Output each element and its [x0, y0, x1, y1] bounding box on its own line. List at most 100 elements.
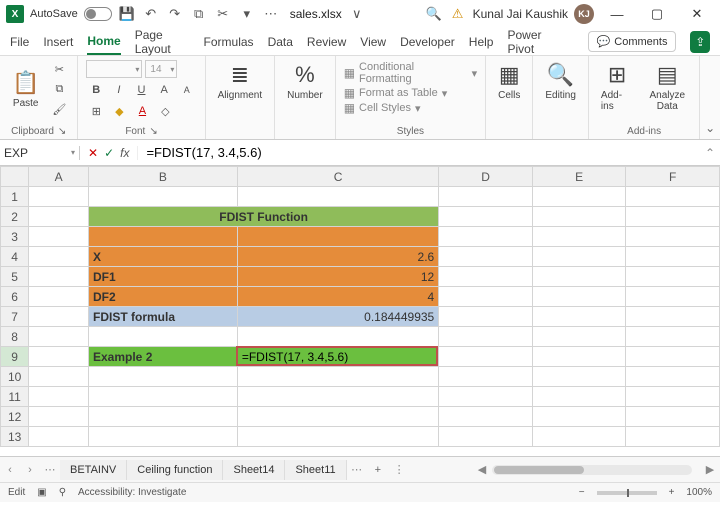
cell-B1[interactable] — [89, 187, 238, 207]
cell-B11[interactable] — [89, 387, 238, 407]
paste-button[interactable]: 📋 Paste — [8, 68, 43, 111]
cell-A9[interactable] — [29, 347, 89, 367]
cancel-formula-button[interactable]: ✕ — [88, 146, 98, 160]
fx-button[interactable]: fx — [120, 146, 129, 160]
row-header-11[interactable]: 11 — [1, 387, 29, 407]
cell-C10[interactable] — [237, 367, 438, 387]
cut-button[interactable]: ✂ — [49, 60, 69, 78]
zoom-in-button[interactable]: + — [669, 487, 675, 498]
col-header-B[interactable]: B — [89, 167, 238, 187]
zoom-slider[interactable] — [597, 491, 657, 495]
addins-button[interactable]: ⊞Add-ins — [597, 60, 637, 114]
tab-view[interactable]: View — [360, 28, 386, 55]
cut-icon[interactable]: ✂ — [214, 5, 232, 23]
cell-A11[interactable] — [29, 387, 89, 407]
cell-C4[interactable]: 2.6 — [237, 247, 438, 267]
cell-D7[interactable] — [439, 307, 533, 327]
tab-developer[interactable]: Developer — [400, 28, 455, 55]
cell-E11[interactable] — [532, 387, 626, 407]
cell-B10[interactable] — [89, 367, 238, 387]
font-family-combo[interactable] — [86, 60, 142, 78]
confirm-formula-button[interactable]: ✓ — [104, 146, 114, 160]
hscroll-right-button[interactable]: ▶ — [700, 463, 720, 476]
cell-B4[interactable]: X — [89, 247, 238, 267]
row-header-2[interactable]: 2 — [1, 207, 29, 227]
cell-C6[interactable]: 4 — [237, 287, 438, 307]
format-as-table-button[interactable]: ▦Format as Table▾ — [344, 86, 477, 100]
row-header-5[interactable]: 5 — [1, 267, 29, 287]
cell-D1[interactable] — [439, 187, 533, 207]
sheet-next-button[interactable]: › — [20, 464, 40, 476]
cell-E8[interactable] — [532, 327, 626, 347]
cell-A13[interactable] — [29, 427, 89, 447]
maximize-button[interactable]: ▢ — [640, 0, 674, 28]
sheet-prev-button[interactable]: ‹ — [0, 464, 20, 476]
tab-data[interactable]: Data — [268, 28, 293, 55]
sheet-overflow-button[interactable]: ⋯ — [347, 463, 367, 476]
cell-A8[interactable] — [29, 327, 89, 347]
cell-F8[interactable] — [626, 327, 720, 347]
cell-A6[interactable] — [29, 287, 89, 307]
grow-font-button[interactable]: A — [154, 81, 174, 99]
cell-F11[interactable] — [626, 387, 720, 407]
row-header-6[interactable]: 6 — [1, 287, 29, 307]
cell-C12[interactable] — [237, 407, 438, 427]
cell-E12[interactable] — [532, 407, 626, 427]
cell-F7[interactable] — [626, 307, 720, 327]
cell-B9[interactable]: Example 2 — [89, 347, 238, 367]
font-color-button[interactable]: A — [132, 102, 152, 120]
add-sheet-button[interactable]: + — [367, 464, 389, 476]
cell-F2[interactable] — [532, 207, 626, 227]
cell-B13[interactable] — [89, 427, 238, 447]
italic-button[interactable]: I — [109, 81, 129, 99]
cell-E7[interactable] — [532, 307, 626, 327]
cell-E3[interactable] — [532, 227, 626, 247]
tab-page-layout[interactable]: Page Layout — [135, 28, 190, 55]
spreadsheet-grid[interactable]: ABCDEF12FDIST Function34X2.65DF1126DF247… — [0, 166, 720, 456]
cell-C13[interactable] — [237, 427, 438, 447]
col-header-A[interactable]: A — [29, 167, 89, 187]
row-header-3[interactable]: 3 — [1, 227, 29, 247]
col-header-E[interactable]: E — [532, 167, 626, 187]
cell-A1[interactable] — [29, 187, 89, 207]
cell-E9[interactable] — [532, 347, 626, 367]
cell-F1[interactable] — [626, 187, 720, 207]
cell-B5[interactable]: DF1 — [89, 267, 238, 287]
cell-F13[interactable] — [626, 427, 720, 447]
username[interactable]: Kunal Jai Kaushik — [473, 7, 568, 21]
sheet-more-button[interactable]: ⋯ — [40, 463, 60, 476]
cell-E1[interactable] — [532, 187, 626, 207]
number-button[interactable]: % Number — [283, 60, 327, 103]
comments-button[interactable]: 💬 Comments — [588, 31, 677, 52]
tab-help[interactable]: Help — [469, 28, 494, 55]
cell-C8[interactable] — [237, 327, 438, 347]
filename[interactable]: sales.xlsx — [290, 7, 342, 21]
cells-button[interactable]: ▦Cells — [494, 60, 524, 103]
col-header-D[interactable]: D — [439, 167, 533, 187]
editing-button[interactable]: 🔍Editing — [541, 60, 580, 103]
cell-E4[interactable] — [532, 247, 626, 267]
undo-icon[interactable]: ↶ — [142, 5, 160, 23]
close-button[interactable]: ✕ — [680, 0, 714, 28]
name-box-dropdown-icon[interactable]: ▾ — [71, 148, 75, 157]
macro-record-icon[interactable]: ▣ — [37, 487, 46, 498]
cell-A5[interactable] — [29, 267, 89, 287]
formula-input[interactable] — [138, 140, 700, 165]
tab-power-pivot[interactable]: Power Pivot — [507, 28, 559, 55]
cell-F5[interactable] — [626, 267, 720, 287]
cell-D3[interactable] — [439, 227, 533, 247]
clear-format-button[interactable]: ◇ — [155, 102, 175, 120]
qat-more-icon[interactable]: ⋯ — [262, 5, 280, 23]
name-box[interactable]: EXP ▾ — [0, 146, 80, 160]
cell-A4[interactable] — [29, 247, 89, 267]
autosave-toggle[interactable] — [84, 7, 112, 21]
cell-D5[interactable] — [439, 267, 533, 287]
clipboard-launcher-icon[interactable]: ↘ — [58, 126, 66, 137]
zoom-level[interactable]: 100% — [686, 487, 712, 498]
row-header-13[interactable]: 13 — [1, 427, 29, 447]
cell-D4[interactable] — [439, 247, 533, 267]
cell-A2[interactable] — [29, 207, 89, 227]
cell-C7[interactable]: 0.184449935 — [237, 307, 438, 327]
sheet-menu-button[interactable]: ⋮ — [389, 463, 409, 476]
hscroll-left-button[interactable]: ◀ — [472, 463, 492, 476]
